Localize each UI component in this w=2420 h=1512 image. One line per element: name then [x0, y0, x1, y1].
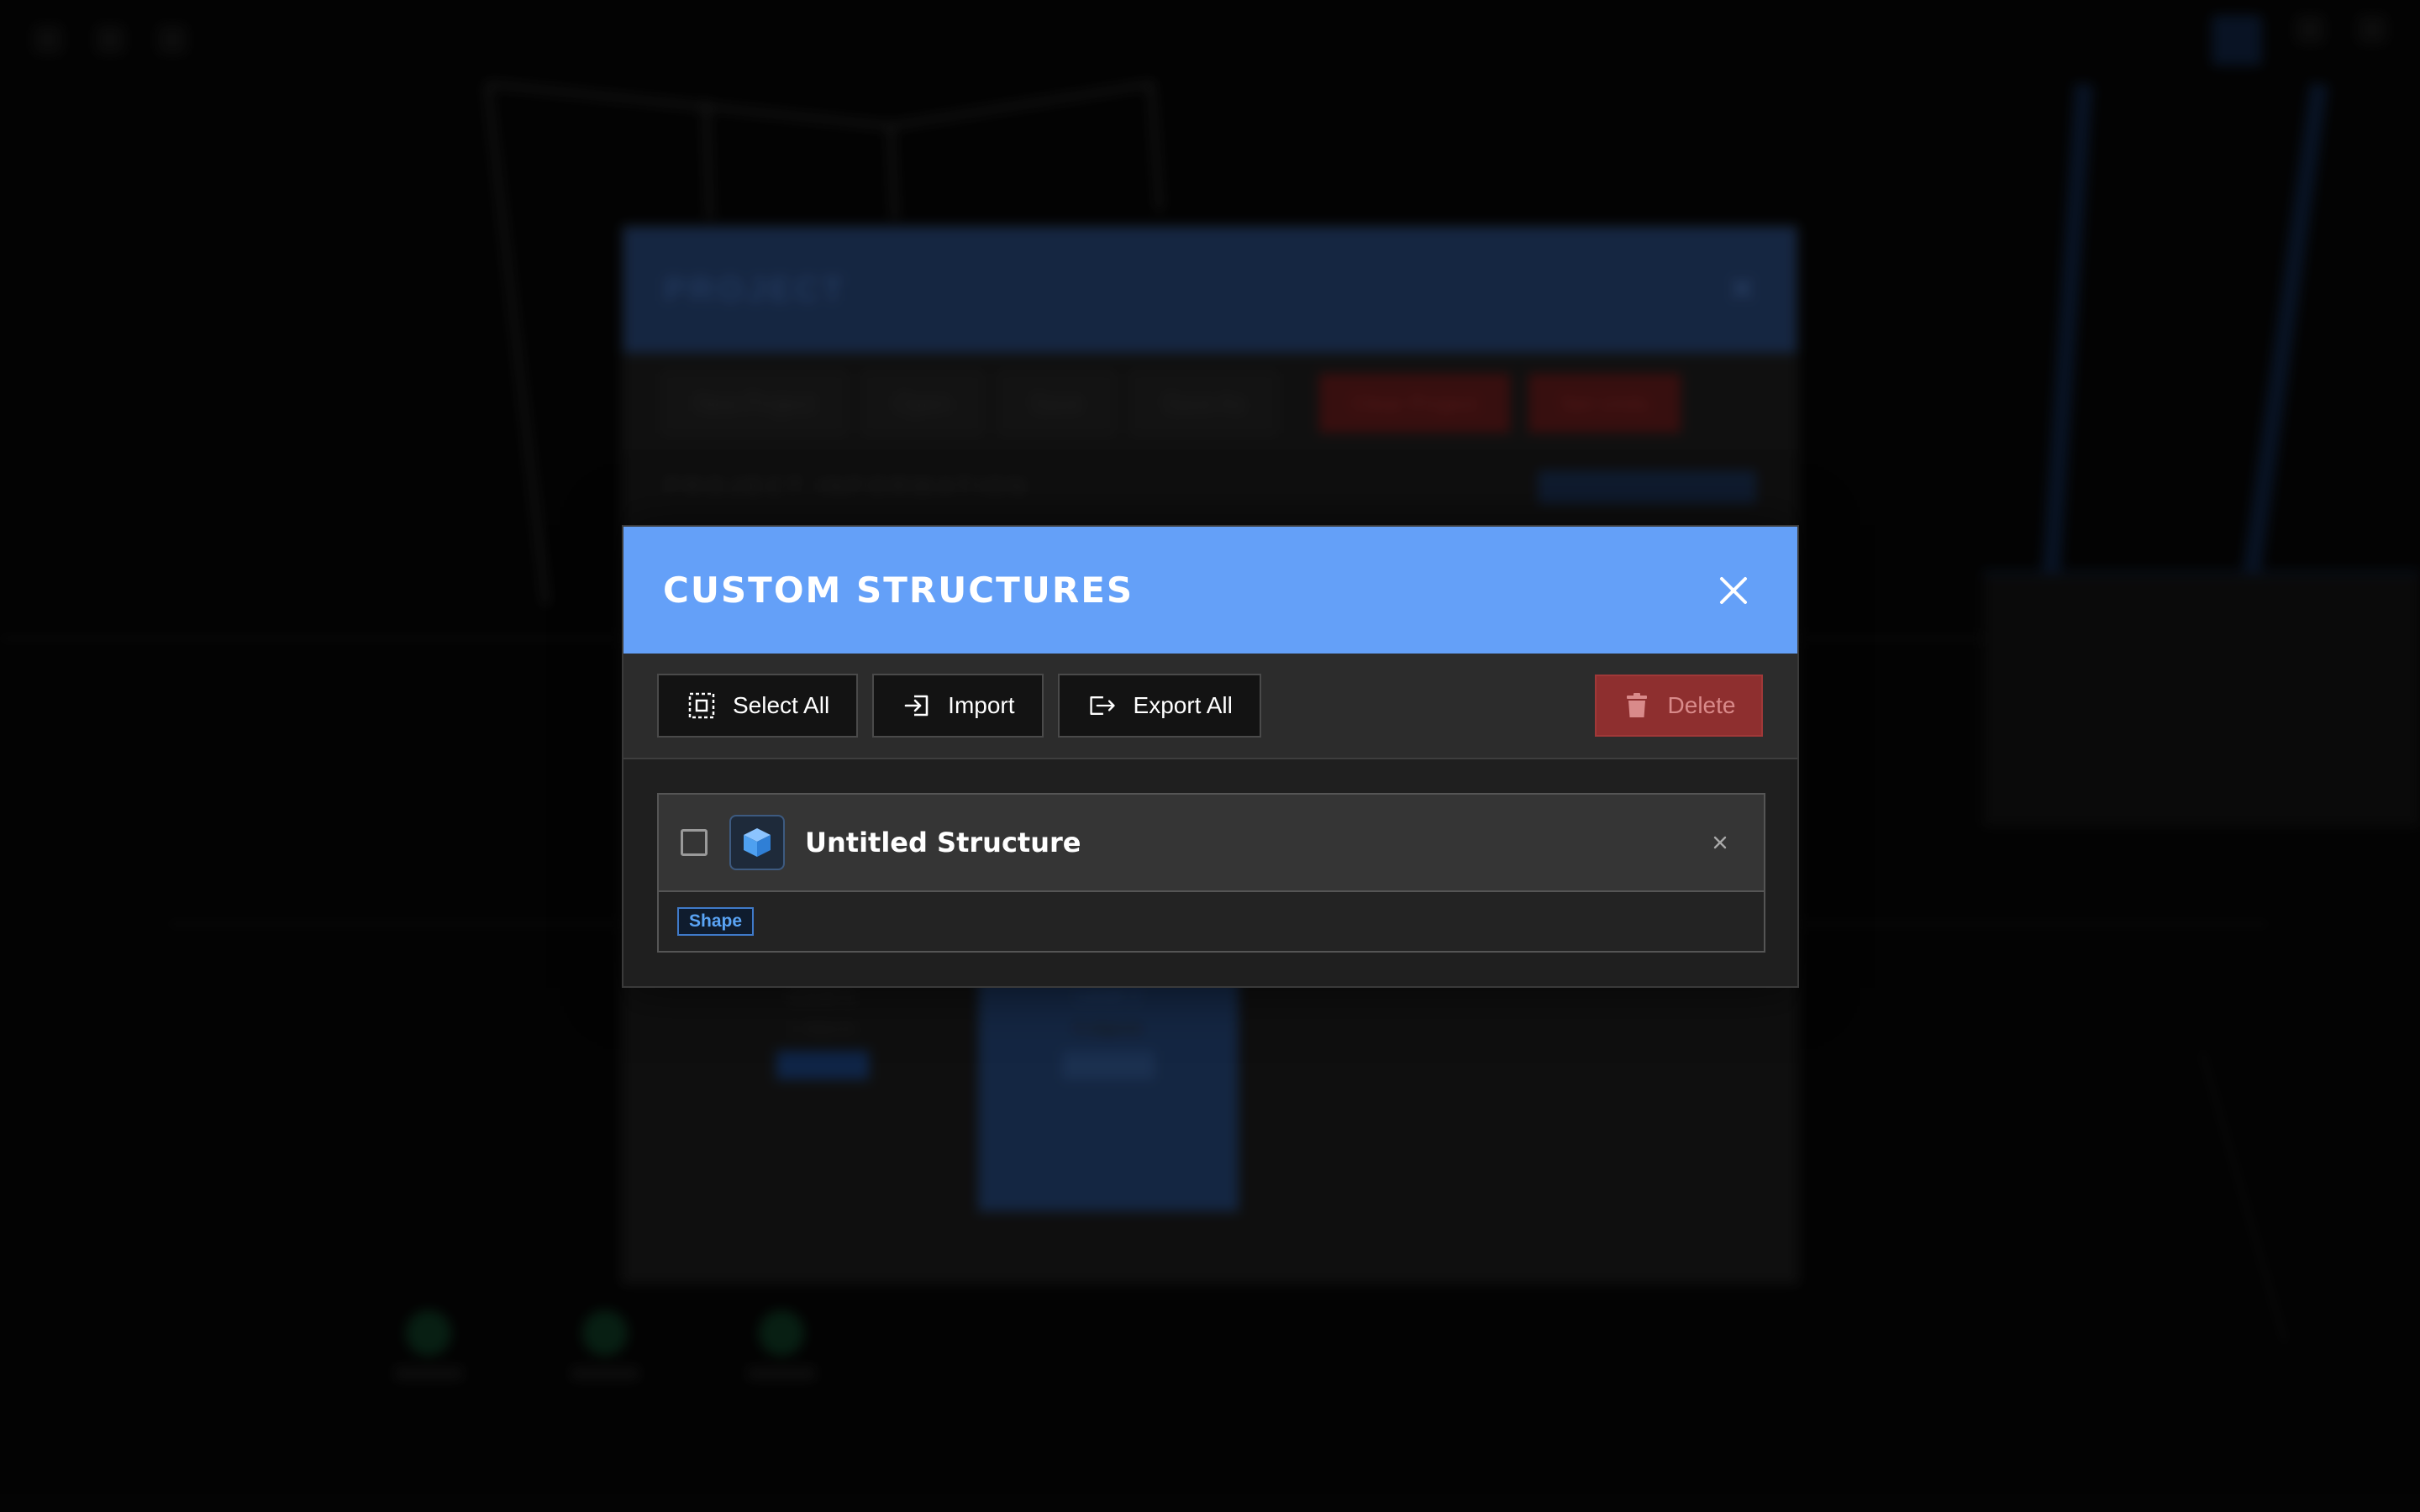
export-all-label: Export All	[1133, 692, 1233, 718]
structures-list: Untitled Structure Shape	[623, 759, 1797, 953]
modal-toolbar: Select All Import Export All Delete	[623, 654, 1797, 759]
import-label: Import	[948, 692, 1015, 718]
modal-header: CUSTOM STRUCTURES	[623, 527, 1797, 654]
select-all-label: Select All	[733, 692, 830, 718]
select-all-icon	[687, 691, 716, 720]
modal-title: CUSTOM STRUCTURES	[663, 570, 1134, 611]
import-button[interactable]: Import	[872, 674, 1044, 738]
remove-item-button[interactable]	[1705, 827, 1735, 858]
trash-icon	[1623, 691, 1651, 720]
close-icon	[1720, 576, 1747, 604]
cube-icon	[729, 815, 785, 870]
select-all-button[interactable]: Select All	[657, 674, 859, 738]
app-root: PROJECT ✕ New Project Open Save Save As …	[0, 0, 2420, 1512]
export-all-button[interactable]: Export All	[1057, 674, 1261, 738]
list-item: Untitled Structure Shape	[657, 793, 1765, 953]
list-item-footer: Shape	[659, 892, 1764, 951]
delete-button[interactable]: Delete	[1595, 675, 1763, 737]
import-icon	[902, 691, 931, 720]
delete-label: Delete	[1667, 692, 1736, 718]
type-tag: Shape	[677, 907, 755, 936]
close-icon	[1713, 836, 1727, 849]
list-item-header[interactable]: Untitled Structure	[659, 795, 1764, 892]
item-name: Untitled Structure	[805, 827, 1081, 858]
close-button[interactable]	[1710, 567, 1757, 614]
export-icon	[1088, 691, 1117, 720]
item-checkbox[interactable]	[681, 829, 708, 856]
custom-structures-modal: CUSTOM STRUCTURES Select All Import Expo…	[622, 525, 1799, 988]
